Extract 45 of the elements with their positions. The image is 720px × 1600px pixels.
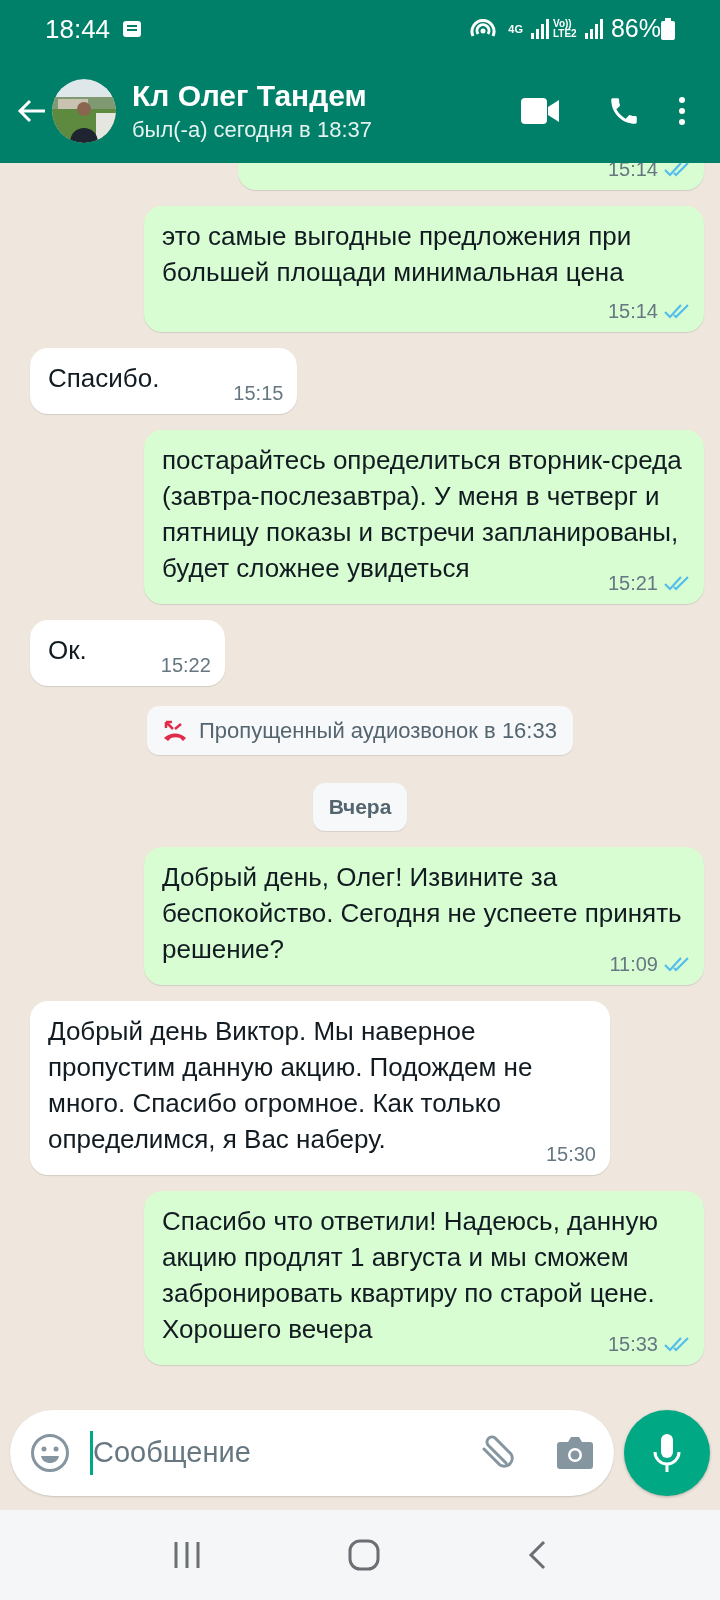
missed-call-icon (163, 719, 188, 742)
missed-call-text: Пропущенный аудиозвонок в 16:33 (199, 717, 557, 745)
last-seen: был(-а) сегодня в 18:37 (132, 115, 372, 144)
video-camera-icon (521, 97, 559, 124)
date-divider: Вчера (312, 783, 408, 831)
message-text: Спасибо. (48, 363, 160, 393)
signal-icon (530, 19, 549, 39)
message-text: Ок. (48, 635, 87, 665)
voice-message-button[interactable] (624, 1410, 710, 1496)
back-arrow-icon (17, 97, 47, 124)
message-bubble[interactable]: Ок. 15:22 (30, 620, 225, 686)
home-icon[interactable] (348, 1539, 380, 1571)
volte-label: Vo)) LTE2 (552, 19, 578, 39)
message-bubble[interactable]: это самые выгодные предложения при большей площади минимальная цена 15:14 (144, 206, 704, 332)
emoji-icon[interactable] (30, 1433, 70, 1473)
notification-icon (122, 19, 143, 39)
message-time: 15:15 (233, 381, 284, 406)
battery-percent: 86% (610, 13, 661, 45)
microphone-icon (652, 1433, 682, 1473)
message-time: 15:14 (607, 163, 658, 182)
missed-call-notice[interactable]: Пропущенный аудиозвонок в 16:33 (147, 706, 573, 755)
message-bubble[interactable]: Спасибо что ответили! Надеюсь, данную акцию продлят 1 августа и мы сможем забронировать квартиру по старой цене. Хорошего вечера 15:33 (144, 1190, 704, 1365)
signal-icon (584, 19, 603, 39)
message-text: это самые выгодные предложения при большей площади минимальная цена (162, 221, 632, 287)
clock: 18:44 (45, 12, 111, 46)
message-time: 15:14 (607, 299, 658, 324)
network-label: 4G (508, 23, 523, 35)
battery-icon (661, 18, 675, 40)
message-time: 15:22 (160, 653, 211, 678)
message-time: 15:21 (607, 571, 658, 596)
message-bubble[interactable]: 15:14 (238, 163, 704, 190)
message-time: 11:09 (609, 951, 658, 977)
recent-apps-icon[interactable] (173, 1540, 202, 1570)
back-icon[interactable] (526, 1540, 547, 1570)
message-field[interactable]: Сообщение (93, 1431, 476, 1475)
message-bubble[interactable]: Спасибо. 15:15 (30, 348, 298, 414)
message-input[interactable]: Сообщение (10, 1410, 614, 1496)
message-time: 15:30 (545, 1141, 596, 1167)
message-text: Добрый день Виктор. Мы наверное пропустим данную акцию. Подождем не много. Спасибо огромное. Как только определимся, я Вас наберу. (48, 1015, 533, 1154)
camera-icon[interactable] (556, 1436, 594, 1470)
contact-name[interactable]: Кл Олег Тандем (132, 76, 372, 115)
message-bubble[interactable]: Добрый день, Олег! Извините за беспокойство. Сегодня не успеете принять решение? 11:09 (144, 846, 704, 985)
message-time: 15:33 (607, 1331, 658, 1357)
message-bubble[interactable]: постарайтесь определиться вторник-среда (завтра-послезавтра). У меня в четверг и пятницу показы и встречи запланированы, будет сложнее увидеться 15:21 (144, 430, 704, 604)
message-bubble[interactable]: Добрый день Виктор. Мы наверное пропустим данную акцию. Подождем не много. Спасибо огромное. Как только определимся, я Вас наберу. 15:30 (30, 1000, 610, 1175)
